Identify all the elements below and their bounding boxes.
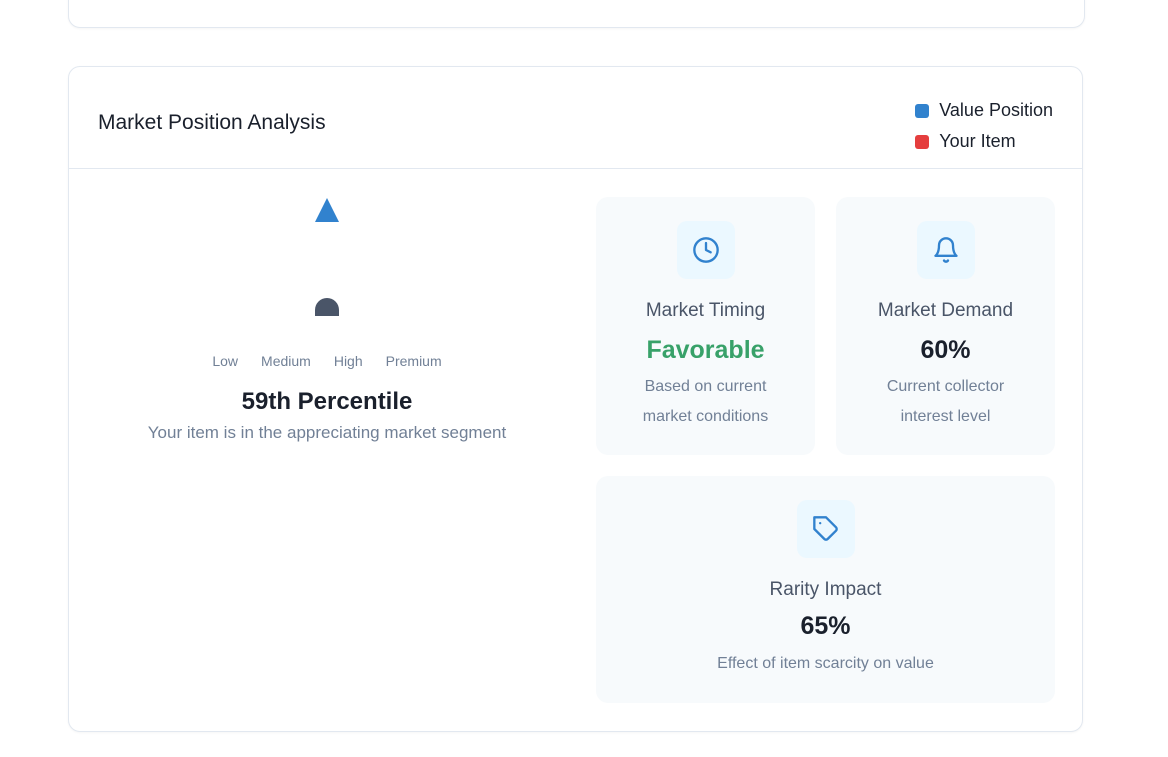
- previous-card: [68, 0, 1085, 28]
- metric-title: Market Timing: [645, 300, 766, 321]
- scale-label-low: Low: [212, 353, 239, 369]
- metric-value: 60%: [920, 336, 971, 364]
- tag-icon: [796, 500, 855, 558]
- scale-labels: Low Medium High Premium: [69, 353, 585, 369]
- bell-icon: [916, 221, 975, 279]
- market-timing-card: Market Timing Favorable Based on current…: [596, 197, 815, 455]
- scale-label-medium: Medium: [261, 353, 311, 369]
- legend-item-value-position: Value Position: [915, 95, 1053, 126]
- legend-item-your-item: Your Item: [915, 126, 1053, 157]
- market-demand-card: Market Demand 60% Current collector inte…: [836, 197, 1055, 455]
- position-gauge: Low Medium High Premium 59th Percentile …: [69, 168, 585, 468]
- clock-icon: [676, 221, 735, 279]
- metric-value: Favorable: [646, 336, 765, 364]
- metric-title: Market Demand: [877, 300, 1014, 321]
- legend-swatch-value-position: [915, 103, 930, 118]
- metric-description: Based on current market conditions: [642, 378, 769, 425]
- percentile-subtitle: Your item is in the appreciating market …: [147, 423, 507, 442]
- metric-description: Effect of item scarcity on value: [717, 655, 934, 672]
- value-position-marker: [315, 198, 339, 222]
- legend: Value Position Your Item: [915, 95, 1053, 157]
- scale-label-high: High: [333, 353, 363, 369]
- card-title: Market Position Analysis: [98, 111, 326, 134]
- percentile-label: 59th Percentile: [241, 388, 413, 415]
- legend-swatch-your-item: [915, 134, 930, 149]
- rarity-impact-card: Rarity Impact 65% Effect of item scarcit…: [596, 476, 1055, 703]
- metric-title: Rarity Impact: [769, 579, 882, 600]
- metric-value: 65%: [800, 612, 851, 640]
- scale-label-premium: Premium: [385, 353, 442, 369]
- market-position-card: Market Position Analysis Value Position …: [68, 66, 1083, 732]
- your-item-marker: [315, 298, 339, 316]
- legend-label: Your Item: [939, 131, 1016, 151]
- legend-label: Value Position: [939, 100, 1053, 120]
- card-header: Market Position Analysis Value Position …: [69, 67, 1082, 169]
- metric-description: Current collector interest level: [886, 378, 1005, 425]
